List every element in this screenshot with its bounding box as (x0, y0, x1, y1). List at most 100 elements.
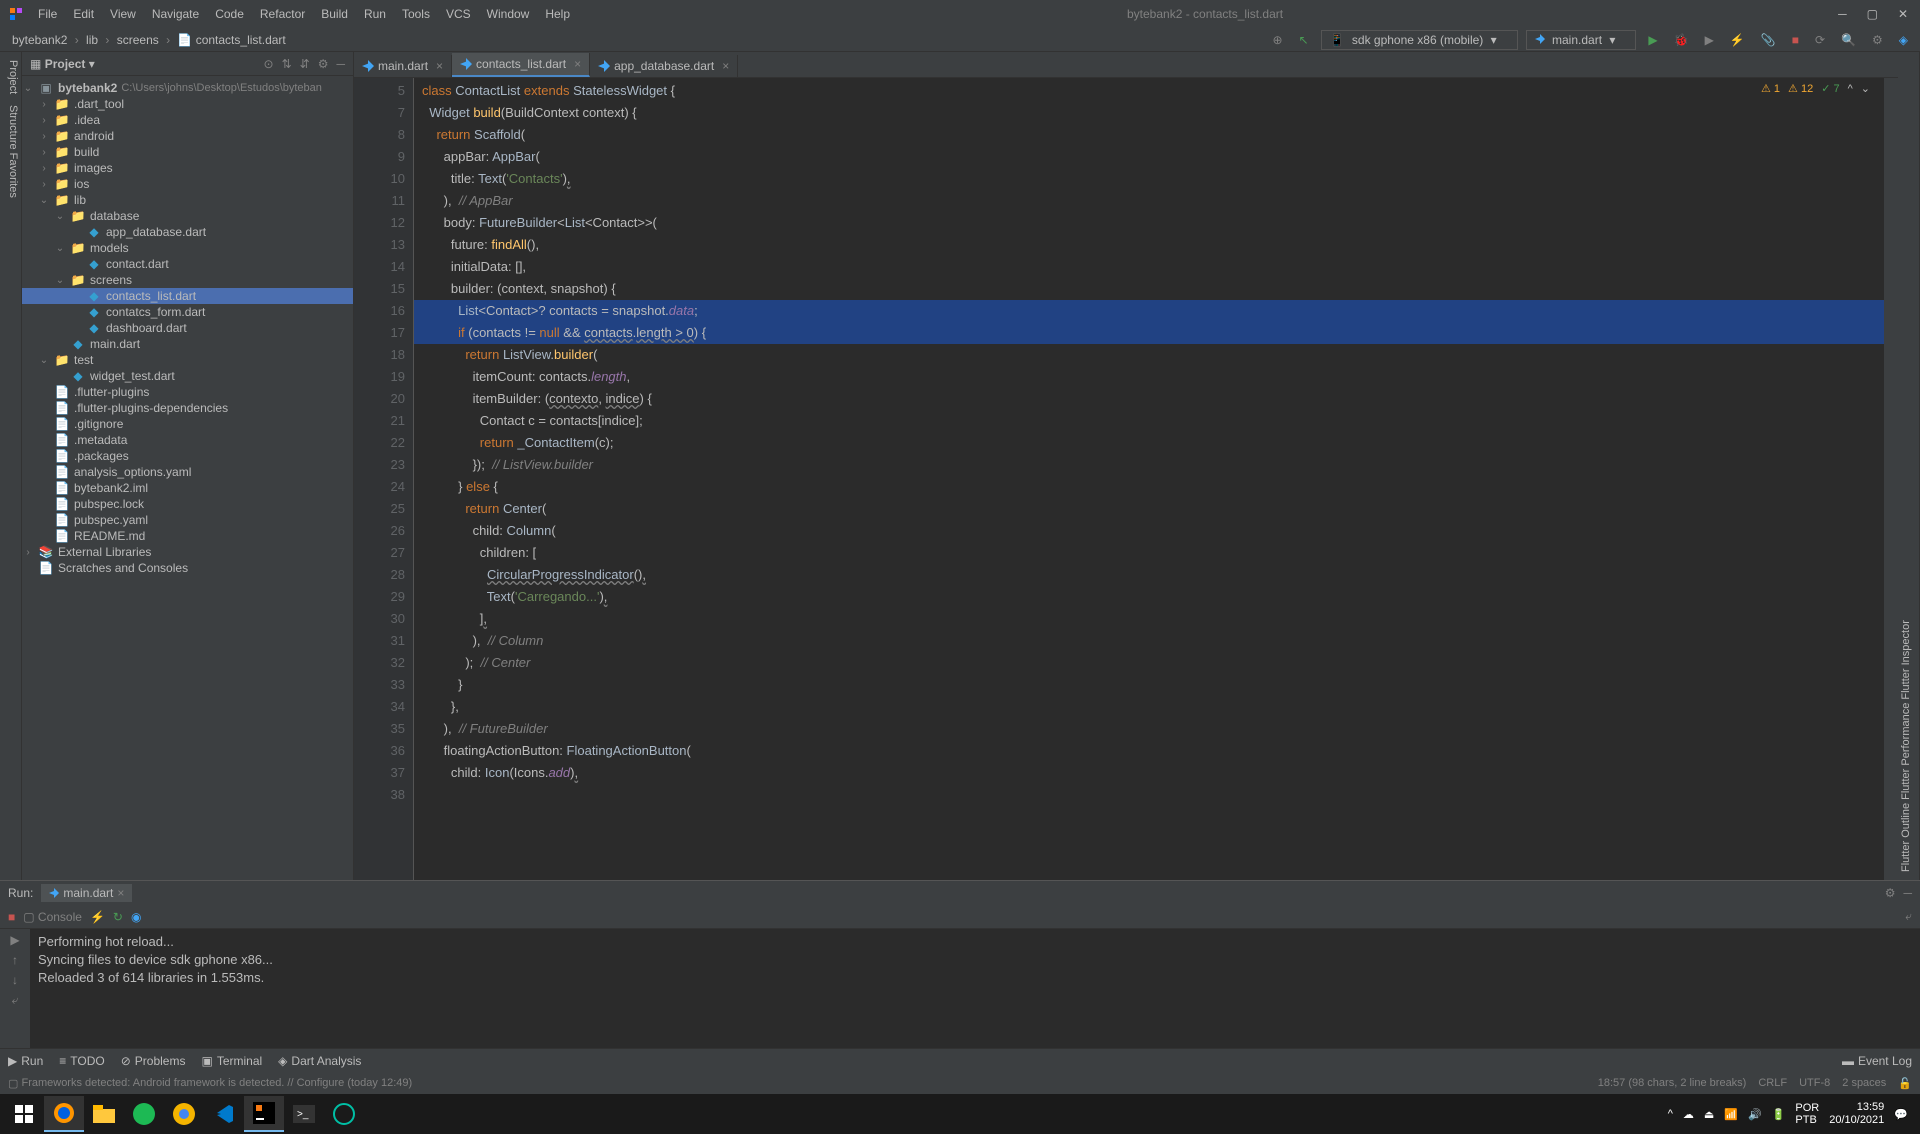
tree-item[interactable]: ⌄📁lib (22, 192, 353, 208)
tree-item[interactable]: ›📁.idea (22, 112, 353, 128)
tree-item[interactable]: ›📁android (22, 128, 353, 144)
tree-item[interactable]: 📄.metadata (22, 432, 353, 448)
tree-item[interactable]: 📄bytebank2.iml (22, 480, 353, 496)
tree-item[interactable]: 📄.flutter-plugins-dependencies (22, 400, 353, 416)
expand-all-icon[interactable]: ⇅ (282, 57, 292, 71)
debug-icon[interactable]: 🐞 (1670, 33, 1693, 47)
tree-item[interactable]: ›📁.dart_tool (22, 96, 353, 112)
flutter-outline-button[interactable]: Flutter Outline Flutter Performance Flut… (1898, 616, 1914, 876)
collapse-all-icon[interactable]: ⇵ (300, 57, 310, 71)
settings-icon[interactable]: ⚙ (1885, 886, 1896, 900)
tree-item[interactable]: 📄README.md (22, 528, 353, 544)
chevron-up-icon[interactable]: ^ (1668, 1108, 1673, 1120)
hot-reload-icon[interactable]: ⚡ (1726, 33, 1749, 47)
down-icon[interactable]: ↓ (12, 973, 18, 987)
select-opened-icon[interactable]: ⊙ (264, 57, 274, 71)
close-button[interactable]: ✕ (1894, 7, 1912, 21)
chevron-down-icon[interactable]: ⌄ (1861, 82, 1870, 95)
battery-icon[interactable]: 🔋 (1772, 1108, 1786, 1121)
hide-icon[interactable]: ─ (1903, 886, 1912, 900)
tree-item[interactable]: ›📁images (22, 160, 353, 176)
tree-item[interactable]: 📄.flutter-plugins (22, 384, 353, 400)
terminal-tool-button[interactable]: ▣ Terminal (201, 1054, 262, 1068)
tree-item[interactable]: 📄.packages (22, 448, 353, 464)
menu-run[interactable]: Run (358, 3, 392, 25)
attach-icon[interactable]: 📎 (1757, 33, 1780, 47)
hide-icon[interactable]: ─ (336, 57, 345, 71)
tree-item[interactable]: ◆contact.dart (22, 256, 353, 272)
tree-item[interactable]: ⌄📁test (22, 352, 353, 368)
editor[interactable]: 5789101112131415161718192021222324252627… (354, 78, 1898, 880)
tree-item[interactable]: ◆contatcs_form.dart (22, 304, 353, 320)
menu-navigate[interactable]: Navigate (146, 3, 205, 25)
scratches[interactable]: 📄Scratches and Consoles (22, 560, 353, 576)
tree-item[interactable]: 📄.gitignore (22, 416, 353, 432)
rerun-icon[interactable]: ▶ (10, 933, 19, 947)
project-view-icon[interactable]: ▦ (30, 57, 41, 71)
tree-item[interactable]: ›📁ios (22, 176, 353, 192)
settings-icon[interactable]: ⚙ (318, 57, 329, 71)
app-icon[interactable] (324, 1096, 364, 1132)
chrome-icon[interactable] (164, 1096, 204, 1132)
read-only-icon[interactable]: 🔓 (1898, 1077, 1912, 1090)
hot-reload-icon[interactable]: ⚡ (90, 910, 105, 924)
tree-item[interactable]: 📄analysis_options.yaml (22, 464, 353, 480)
minimize-button[interactable]: ─ (1834, 7, 1851, 21)
intellij-icon[interactable] (244, 1096, 284, 1132)
menu-code[interactable]: Code (209, 3, 250, 25)
wifi-icon[interactable]: 📶 (1724, 1108, 1738, 1121)
caret-position[interactable]: 18:57 (98 chars, 2 line breaks) (1598, 1077, 1747, 1089)
tool-windows-icon[interactable]: ▢ (8, 1077, 18, 1090)
menu-build[interactable]: Build (315, 3, 354, 25)
settings-icon[interactable]: ⚙ (1868, 33, 1887, 47)
back-icon[interactable]: ↖ (1295, 33, 1313, 47)
volume-icon[interactable]: 🔊 (1748, 1108, 1762, 1121)
tree-item[interactable]: ◆dashboard.dart (22, 320, 353, 336)
inspection-widget[interactable]: ⚠ 1 ⚠ 12 ✓ 7 ^ ⌄ (1761, 82, 1870, 95)
add-config-icon[interactable]: ⊕ (1268, 33, 1286, 47)
wrap-icon[interactable]: ⤶ (12, 993, 19, 1008)
structure-tool-button[interactable]: Structure Favorites (5, 101, 21, 202)
menu-file[interactable]: File (32, 3, 63, 25)
editor-tab[interactable]: main.dart × (354, 55, 452, 77)
coverage-icon[interactable]: ▶ (1701, 33, 1718, 47)
notifications-icon[interactable]: 💬 (1894, 1108, 1908, 1121)
start-button[interactable] (4, 1096, 44, 1132)
tree-item[interactable]: ◆app_database.dart (22, 224, 353, 240)
line-gutter[interactable]: 5789101112131415161718192021222324252627… (354, 78, 414, 880)
todo-tool-button[interactable]: ≡ TODO (59, 1054, 104, 1068)
restart-icon[interactable]: ↻ (113, 910, 123, 924)
event-log-button[interactable]: ▬ Event Log (1842, 1054, 1912, 1068)
update-icon[interactable]: ⟳ (1811, 33, 1829, 47)
menu-tools[interactable]: Tools (396, 3, 436, 25)
chevron-up-icon[interactable]: ^ (1848, 83, 1853, 95)
problems-tool-button[interactable]: ⊘ Problems (121, 1054, 186, 1068)
menu-help[interactable]: Help (539, 3, 576, 25)
tree-item[interactable]: ›📁build (22, 144, 353, 160)
menu-refactor[interactable]: Refactor (254, 3, 311, 25)
terminal-icon[interactable]: >_ (284, 1096, 324, 1132)
console-tab[interactable]: ▢ Console (23, 910, 82, 924)
clock[interactable]: 13:59 20/10/2021 (1829, 1101, 1884, 1127)
console-output[interactable]: Performing hot reload...Syncing files to… (30, 929, 1920, 1048)
project-tree[interactable]: ⌄ ▣ bytebank2 C:\Users\johns\Desktop\Est… (22, 76, 353, 880)
external-libraries[interactable]: ›📚External Libraries (22, 544, 353, 560)
project-root[interactable]: ⌄ ▣ bytebank2 C:\Users\johns\Desktop\Est… (22, 80, 353, 96)
device-selector[interactable]: 📱 sdk gphone x86 (mobile) ▾ (1321, 30, 1518, 50)
menu-edit[interactable]: Edit (67, 3, 100, 25)
code-area[interactable]: class ContactList extends StatelessWidge… (414, 78, 1898, 880)
editor-tab[interactable]: contacts_list.dart × (452, 53, 590, 77)
system-tray[interactable]: ^ ☁ ⏏ 📶 🔊 🔋 POR PTB 13:59 20/10/2021 💬 (1668, 1101, 1916, 1127)
onedrive-icon[interactable]: ☁ (1683, 1108, 1694, 1121)
run-icon[interactable]: ▶ (1644, 33, 1661, 47)
line-separator[interactable]: CRLF (1758, 1077, 1787, 1089)
indent[interactable]: 2 spaces (1842, 1077, 1886, 1089)
run-config-selector[interactable]: main.dart ▾ (1526, 30, 1637, 50)
tree-item[interactable]: ◆main.dart (22, 336, 353, 352)
up-icon[interactable]: ↑ (12, 953, 18, 967)
editor-tab[interactable]: app_database.dart × (590, 55, 738, 77)
tree-item[interactable]: ◆contacts_list.dart (22, 288, 353, 304)
language-indicator[interactable]: POR PTB (1795, 1102, 1819, 1126)
scrollbar[interactable] (1884, 78, 1898, 880)
run-tool-button[interactable]: ▶ Run (8, 1054, 43, 1068)
